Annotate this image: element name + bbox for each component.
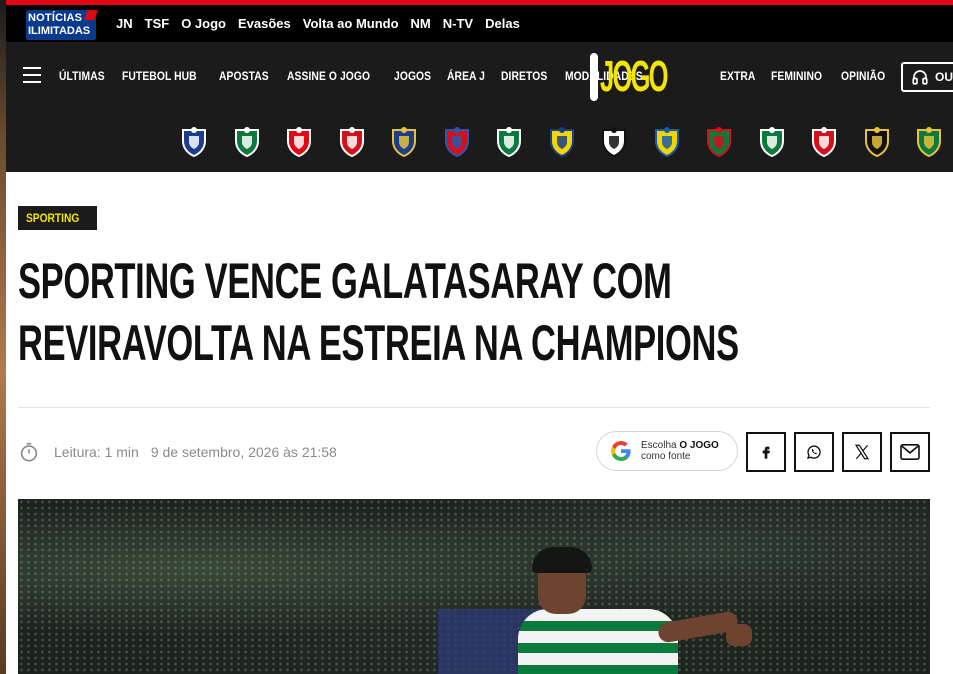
club-crest-vitoria-guimaraes-icon[interactable] [600, 126, 628, 158]
network-bar: NOTÍCIAS ILIMITADAS JN TSF O Jogo Evasõe… [6, 0, 953, 42]
ojogo-logo[interactable]: JOGO [590, 51, 692, 103]
club-crest-moreirense-icon[interactable] [495, 126, 523, 158]
page: NOTÍCIAS ILIMITADAS JN TSF O Jogo Evasõe… [0, 0, 953, 674]
nav-item-area-j[interactable]: ÁREA J [447, 69, 485, 83]
listen-button[interactable]: OUV [901, 62, 953, 92]
x-icon [854, 444, 870, 460]
logo-o-mark [590, 53, 598, 101]
logo-line-2: ILIMITADAS [28, 24, 91, 37]
nav-item-jogos[interactable]: JOGOS [394, 69, 431, 83]
network-link-ntv[interactable]: N-TV [443, 16, 473, 31]
nav-item-futebol-hub[interactable]: FUTEBOL HUB [122, 69, 197, 83]
share-email-button[interactable] [890, 432, 930, 472]
mail-icon [900, 443, 920, 461]
player-shirt [518, 609, 678, 674]
network-link-nm[interactable]: NM [411, 16, 431, 31]
google-pill-suffix: como fonte [641, 451, 691, 462]
stopwatch-icon [20, 442, 38, 462]
nav-links-right: EXTRA FEMININO OPINIÃO [720, 42, 885, 110]
nav-item-apostas[interactable]: APOSTAS [219, 69, 269, 83]
nav-links-left: ÚLTIMAS FUTEBOL HUB APOSTAS ASSINE O JOG… [59, 42, 647, 110]
club-crest-santa-clara-icon[interactable] [810, 126, 838, 158]
category-tag[interactable]: SPORTING [18, 206, 97, 230]
club-crest-famalicao-icon[interactable] [390, 126, 418, 158]
share-whatsapp-button[interactable] [794, 432, 834, 472]
nav-item-feminino[interactable]: FEMININO [771, 69, 822, 83]
nav-item-diretos[interactable]: DIRETOS [501, 69, 547, 83]
network-link-tsf[interactable]: TSF [145, 16, 170, 31]
club-crest-tondela-icon[interactable] [915, 126, 943, 158]
google-pill-prefix: Escolha [641, 440, 680, 451]
google-pill-brand: O JOGO [679, 440, 719, 451]
headphones-icon [912, 70, 928, 85]
club-crest-sporting-icon[interactable] [233, 126, 261, 158]
noticias-ilimitadas-logo[interactable]: NOTÍCIAS ILIMITADAS [22, 6, 98, 42]
listen-label: OUV [935, 70, 953, 84]
club-crest-gil-vicente-icon[interactable] [443, 126, 471, 158]
club-crest-nacional-icon[interactable] [863, 126, 891, 158]
network-links: JN TSF O Jogo Evasões Volta ao Mundo NM … [116, 16, 520, 31]
google-pill-text: Escolha O JOGO como fonte [641, 440, 719, 462]
clubs-bar [6, 110, 953, 172]
article-meta: Leitura: 1 min 9 de setembro, 2026 às 21… [18, 440, 337, 464]
menu-icon[interactable] [23, 67, 41, 83]
logo-line-1: NOTÍCIAS [28, 11, 83, 24]
network-link-ojogo[interactable]: O Jogo [181, 16, 226, 31]
logo-wordmark: JOGO [600, 52, 669, 101]
club-crest-benfica-icon[interactable] [285, 126, 313, 158]
nav-item-ultimas[interactable]: ÚLTIMAS [59, 69, 105, 83]
publish-date: 9 de setembro, 2026 às 21:58 [150, 444, 337, 460]
divider [18, 407, 930, 408]
club-crest-estrela-amadora-icon[interactable] [705, 126, 733, 158]
nav-item-extra[interactable]: EXTRA [720, 69, 755, 83]
player-hair [532, 547, 592, 573]
share-facebook-button[interactable] [746, 432, 786, 472]
nav-item-opiniao[interactable]: OPINIÃO [841, 69, 885, 83]
club-crest-estoril-icon[interactable] [653, 126, 681, 158]
network-link-delas[interactable]: Delas [485, 16, 520, 31]
reading-time: Leitura: 1 min [54, 444, 139, 460]
whatsapp-icon [806, 445, 821, 459]
facebook-icon [762, 446, 770, 459]
club-crest-braga-icon[interactable] [338, 126, 366, 158]
share-x-button[interactable] [842, 432, 882, 472]
category-label: SPORTING [26, 211, 80, 225]
player-fist [726, 624, 752, 646]
club-crest-arouca-icon[interactable] [548, 126, 576, 158]
google-preferred-source-button[interactable]: Escolha O JOGO como fonte [596, 431, 738, 471]
main-nav: ÚLTIMAS FUTEBOL HUB APOSTAS ASSINE O JOG… [6, 42, 953, 110]
club-crest-fc-porto-icon[interactable] [180, 126, 208, 158]
network-link-jn[interactable]: JN [116, 16, 133, 31]
network-link-volta-ao-mundo[interactable]: Volta ao Mundo [303, 16, 399, 31]
club-crest-rio-ave-icon[interactable] [758, 126, 786, 158]
headline-line-2: REVIRAVOLTA NA ESTREIA NA CHAMPIONS [18, 315, 739, 371]
nav-item-assine[interactable]: ASSINE O JOGO [287, 69, 370, 83]
article: SPORTING SPORTING VENCE GALATASARAY COM … [6, 172, 953, 674]
headline-line-1: SPORTING VENCE GALATASARAY COM [18, 253, 672, 309]
google-icon [611, 441, 631, 461]
hero-image [18, 499, 930, 674]
article-headline: SPORTING VENCE GALATASARAY COM REVIRAVOL… [18, 250, 918, 374]
network-link-evasoes[interactable]: Evasões [238, 16, 291, 31]
